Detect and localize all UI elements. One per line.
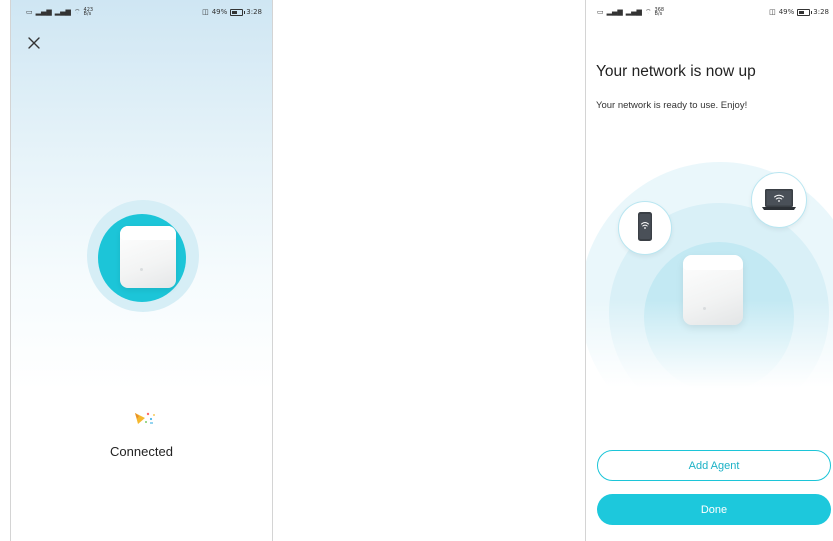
smartphone-device bbox=[618, 201, 672, 255]
wifi-icon: ⌔ bbox=[73, 8, 81, 16]
router-illustration bbox=[87, 200, 199, 312]
signal-icon: ▂▄▆ bbox=[606, 8, 623, 16]
connected-screen: ▭ ▂▄▆ ▂▄▆ ⌔ 423 B/s ◫ 49% 3:28 Connected bbox=[10, 0, 273, 541]
party-popper-icon bbox=[135, 412, 155, 424]
status-right: ◫ 49% 3:28 bbox=[769, 8, 829, 16]
add-agent-button[interactable]: Add Agent bbox=[597, 450, 831, 481]
battery-icon bbox=[230, 8, 246, 16]
status-left: ▭ ▂▄▆ ▂▄▆ ⌔ 368 B/s bbox=[597, 7, 665, 17]
status-left: ▭ ▂▄▆ ▂▄▆ ⌔ 423 B/s bbox=[26, 7, 94, 17]
signal-icon: ▂▄▆ bbox=[625, 8, 642, 16]
network-speed: 368 B/s bbox=[654, 7, 665, 17]
laptop-icon bbox=[761, 188, 796, 210]
close-button[interactable] bbox=[27, 36, 41, 50]
router-icon bbox=[120, 226, 176, 288]
mute-icon: ◫ bbox=[202, 8, 209, 16]
signal-icon: ▂▄▆ bbox=[54, 8, 71, 16]
done-button[interactable]: Done bbox=[597, 494, 831, 525]
connected-label: Connected bbox=[110, 444, 173, 459]
battery-percent: 49% bbox=[778, 8, 795, 16]
status-right: ◫ 49% 3:28 bbox=[202, 8, 262, 16]
page-subtitle: Your network is ready to use. Enjoy! bbox=[596, 100, 748, 111]
signal-icon: ▂▄▆ bbox=[35, 8, 52, 16]
page-title: Your network is now up bbox=[596, 63, 756, 80]
battery-icon bbox=[797, 8, 813, 16]
status-bar: ▭ ▂▄▆ ▂▄▆ ⌔ 423 B/s ◫ 49% 3:28 bbox=[11, 0, 272, 22]
laptop-device bbox=[751, 172, 807, 228]
network-speed: 423 B/s bbox=[83, 7, 94, 17]
smartphone-icon bbox=[637, 211, 652, 241]
close-icon bbox=[28, 37, 40, 49]
router-icon bbox=[683, 255, 743, 325]
battery-percent: 49% bbox=[211, 8, 228, 16]
clock: 3:28 bbox=[246, 8, 262, 16]
status-bar: ▭ ▂▄▆ ▂▄▆ ⌔ 368 B/s ◫ 49% 3:28 bbox=[586, 0, 833, 22]
clock: 3:28 bbox=[813, 8, 829, 16]
network-up-screen: ▭ ▂▄▆ ▂▄▆ ⌔ 368 B/s ◫ 49% 3:28 Your netw… bbox=[585, 0, 833, 541]
sim-icon: ▭ bbox=[26, 8, 33, 16]
mute-icon: ◫ bbox=[769, 8, 776, 16]
wifi-icon: ⌔ bbox=[644, 8, 652, 16]
sim-icon: ▭ bbox=[597, 8, 604, 16]
